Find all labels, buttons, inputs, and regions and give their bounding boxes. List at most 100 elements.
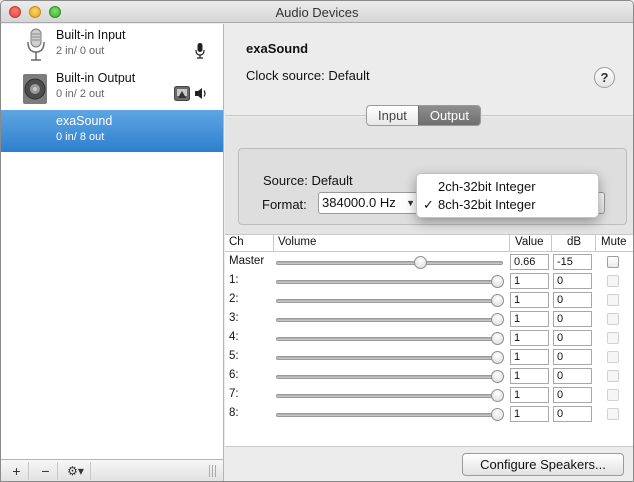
device-name: Built-in Input xyxy=(56,28,126,42)
bit-format-popup-menu: 2ch-32bit Integer ✓ 8ch-32bit Integer xyxy=(416,173,599,218)
volume-value-field[interactable]: 1 xyxy=(510,311,549,327)
volume-value-field[interactable]: 0.66 xyxy=(510,254,549,270)
add-device-button[interactable]: + xyxy=(5,462,29,480)
device-item-built-in-output[interactable]: Built-in Output 0 in/ 2 out xyxy=(1,67,223,109)
volume-slider-knob[interactable] xyxy=(413,256,427,269)
table-row: 3: 1 0 xyxy=(225,310,633,329)
channel-label: 6: xyxy=(229,369,239,381)
volume-db-field[interactable]: 0 xyxy=(553,368,592,384)
table-header: Ch Volume Value dB Mute xyxy=(225,235,633,252)
checkmark-icon: ✓ xyxy=(423,197,434,212)
mute-checkbox xyxy=(607,389,619,401)
input-microphone-badge-icon xyxy=(195,43,205,59)
volume-db-field[interactable]: 0 xyxy=(553,311,592,327)
channel-label: 7: xyxy=(229,388,239,400)
device-io-count: 0 in/ 8 out xyxy=(56,131,105,143)
tab-input[interactable]: Input xyxy=(367,106,418,125)
volume-slider-track[interactable] xyxy=(276,318,503,322)
gear-menu-button[interactable]: ⚙▾ xyxy=(61,462,91,480)
volume-slider-knob[interactable] xyxy=(491,275,504,288)
clock-source-label: Clock source: xyxy=(246,68,325,83)
volume-slider-knob[interactable] xyxy=(491,389,504,402)
column-header-volume: Volume xyxy=(278,236,317,248)
resize-grip-icon[interactable] xyxy=(209,465,217,477)
source-label: Source: xyxy=(263,173,308,188)
channel-volume-table: Ch Volume Value dB Mute Master 0.66 -15 1: 1… xyxy=(225,234,633,446)
clock-source-value: Default xyxy=(328,68,370,83)
mute-checkbox xyxy=(607,408,619,420)
volume-slider-knob[interactable] xyxy=(491,370,504,383)
device-item-exasound[interactable]: exaSound 0 in/ 8 out xyxy=(1,110,223,152)
volume-value-field[interactable]: 1 xyxy=(510,387,549,403)
channel-label: 3: xyxy=(229,312,239,324)
remove-device-button[interactable]: − xyxy=(34,462,58,480)
volume-slider-knob[interactable] xyxy=(491,294,504,307)
volume-value-field[interactable]: 1 xyxy=(510,273,549,289)
volume-value-field[interactable]: 1 xyxy=(510,406,549,422)
table-row: 5: 1 0 xyxy=(225,348,633,367)
window-title: Audio Devices xyxy=(275,5,359,20)
volume-value-field[interactable]: 1 xyxy=(510,349,549,365)
channel-label: 5: xyxy=(229,350,239,362)
channel-label: 8: xyxy=(229,407,239,419)
tab-output[interactable]: Output xyxy=(417,106,480,125)
chevron-down-icon: ▼ xyxy=(406,198,415,208)
source-value: Default xyxy=(311,173,353,188)
volume-value-field[interactable]: 1 xyxy=(510,292,549,308)
device-item-built-in-input[interactable]: Built-in Input 2 in/ 0 out xyxy=(1,24,223,66)
volume-value-field[interactable]: 1 xyxy=(510,368,549,384)
bottom-bar: Configure Speakers... xyxy=(225,446,633,481)
volume-slider-track[interactable] xyxy=(276,413,503,417)
menu-item-2ch-32bit[interactable]: 2ch-32bit Integer xyxy=(417,178,600,196)
input-output-tabs: Input Output xyxy=(366,105,481,126)
volume-db-field[interactable]: 0 xyxy=(553,349,592,365)
sample-rate-value: 384000.0 Hz xyxy=(322,195,396,210)
device-list: Built-in Input 2 in/ 0 out Built-in Outp… xyxy=(1,24,224,459)
volume-slider-knob[interactable] xyxy=(491,408,504,421)
volume-slider-track[interactable] xyxy=(276,375,503,379)
volume-db-field[interactable]: 0 xyxy=(553,406,592,422)
device-name: Built-in Output xyxy=(56,71,136,85)
device-list-toolbar: + − ⚙▾ xyxy=(1,459,224,481)
volume-slider-track[interactable] xyxy=(276,394,503,398)
table-row: 1: 1 0 xyxy=(225,272,633,291)
mute-checkbox[interactable] xyxy=(607,256,619,268)
channel-label: Master xyxy=(229,255,265,267)
device-detail-pane: exaSound Clock source: Default ? Input O… xyxy=(225,24,633,481)
menu-item-8ch-32bit[interactable]: ✓ 8ch-32bit Integer xyxy=(417,196,600,214)
sample-rate-select[interactable]: 384000.0 Hz ▼ xyxy=(318,192,418,214)
table-row: 6: 1 0 xyxy=(225,367,633,386)
volume-slider-track[interactable] xyxy=(276,280,503,284)
system-output-badge-icon xyxy=(174,86,190,101)
column-header-mute: Mute xyxy=(601,236,627,248)
source-row: Source: Default xyxy=(263,173,353,188)
table-row: 4: 1 0 xyxy=(225,329,633,348)
mute-checkbox xyxy=(607,275,619,287)
clock-source: Clock source: Default xyxy=(246,68,370,83)
volume-slider-knob[interactable] xyxy=(491,351,504,364)
volume-db-field[interactable]: 0 xyxy=(553,330,592,346)
mute-checkbox xyxy=(607,351,619,363)
mute-checkbox xyxy=(607,332,619,344)
device-header: exaSound Clock source: Default ? xyxy=(225,24,633,116)
volume-db-field[interactable]: -15 xyxy=(553,254,592,270)
volume-slider-track[interactable] xyxy=(276,261,503,265)
microphone-icon xyxy=(27,28,45,61)
help-button[interactable]: ? xyxy=(594,67,615,88)
configure-speakers-button[interactable]: Configure Speakers... xyxy=(462,453,624,476)
volume-db-field[interactable]: 0 xyxy=(553,273,592,289)
volume-db-field[interactable]: 0 xyxy=(553,387,592,403)
volume-slider-track[interactable] xyxy=(276,299,503,303)
volume-slider-knob[interactable] xyxy=(491,332,504,345)
title-bar: Audio Devices xyxy=(1,1,633,23)
device-name: exaSound xyxy=(56,114,113,128)
column-header-ch: Ch xyxy=(229,236,244,248)
volume-slider-track[interactable] xyxy=(276,356,503,360)
volume-db-field[interactable]: 0 xyxy=(553,292,592,308)
volume-value-field[interactable]: 1 xyxy=(510,330,549,346)
mute-checkbox xyxy=(607,294,619,306)
volume-slider-track[interactable] xyxy=(276,337,503,341)
column-header-value: Value xyxy=(515,236,544,248)
table-row: 2: 1 0 xyxy=(225,291,633,310)
volume-slider-knob[interactable] xyxy=(491,313,504,326)
